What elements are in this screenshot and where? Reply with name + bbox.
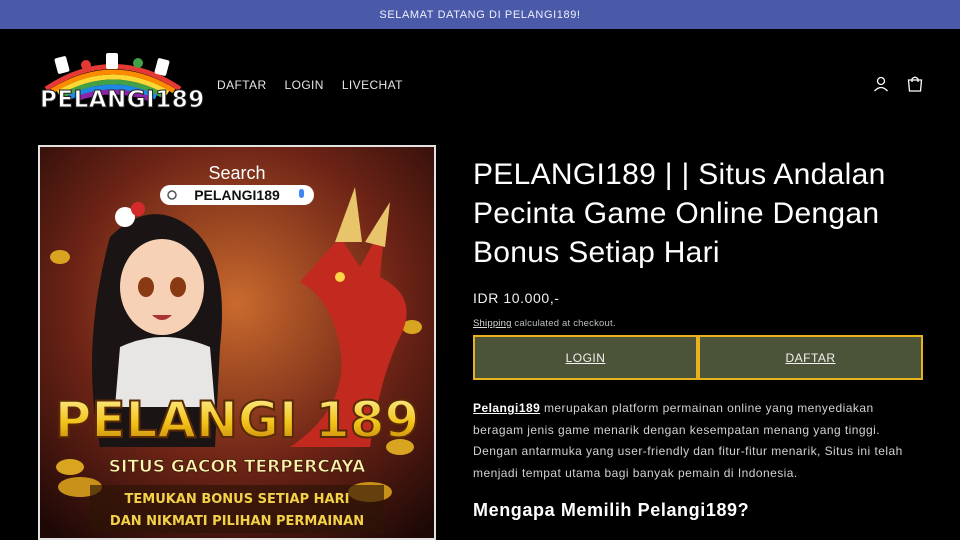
announcement-text: SELAMAT DATANG DI PELANGI189! <box>379 8 581 21</box>
user-icon[interactable] <box>872 75 890 93</box>
nav-login[interactable]: LOGIN <box>285 78 324 92</box>
product-price: IDR 10.000,- <box>473 290 560 306</box>
shipping-text: calculated at checkout. <box>511 318 616 329</box>
nav-livechat[interactable]: LIVECHAT <box>342 78 403 92</box>
product-image[interactable]: Search PELANGI189 PELANGI 189 SITUS GACO… <box>38 145 436 540</box>
hero-line2: DAN NIKMATI PILIHAN PERMAINAN <box>110 514 364 529</box>
hero-line1: TEMUKAN BONUS SETIAP HARI <box>125 492 350 507</box>
site-header: PELANGI189 DAFTAR LOGIN LIVECHAT <box>0 29 960 141</box>
hero-illustration: Search PELANGI189 PELANGI 189 SITUS GACO… <box>40 147 434 538</box>
hero-search-query: PELANGI189 <box>194 187 280 203</box>
shipping-link[interactable]: Shipping <box>473 318 512 329</box>
shipping-note: Shipping calculated at checkout. <box>473 318 923 329</box>
cart-icon[interactable] <box>906 75 924 93</box>
product-title: PELANGI189 | | Situs Andalan Pecinta Gam… <box>473 158 886 269</box>
logo-text: PELANGI189 <box>40 87 205 114</box>
cta-buttons: LOGIN DAFTAR <box>473 335 923 380</box>
hero-tagline: SITUS GACOR TERPERCAYA <box>109 457 366 477</box>
site-logo[interactable]: PELANGI189 <box>38 49 205 121</box>
daftar-button[interactable]: DAFTAR <box>698 335 923 380</box>
hero-search-label: Search <box>208 163 265 183</box>
header-icons <box>872 75 924 93</box>
description-brand-link[interactable]: Pelangi189 <box>473 401 540 415</box>
product-description: Pelangi189 merupakan platform permainan … <box>473 398 913 484</box>
section-heading: Mengapa Memilih Pelangi189? <box>473 500 750 520</box>
main-nav: DAFTAR LOGIN LIVECHAT <box>217 78 403 92</box>
nav-daftar[interactable]: DAFTAR <box>217 78 267 92</box>
product-info: PELANGI189 | | Situs Andalan Pecinta Gam… <box>473 155 923 329</box>
announcement-bar: SELAMAT DATANG DI PELANGI189! <box>0 0 960 29</box>
hero-brand: PELANGI 189 <box>55 391 420 449</box>
mic-icon <box>299 189 304 198</box>
login-button[interactable]: LOGIN <box>473 335 698 380</box>
